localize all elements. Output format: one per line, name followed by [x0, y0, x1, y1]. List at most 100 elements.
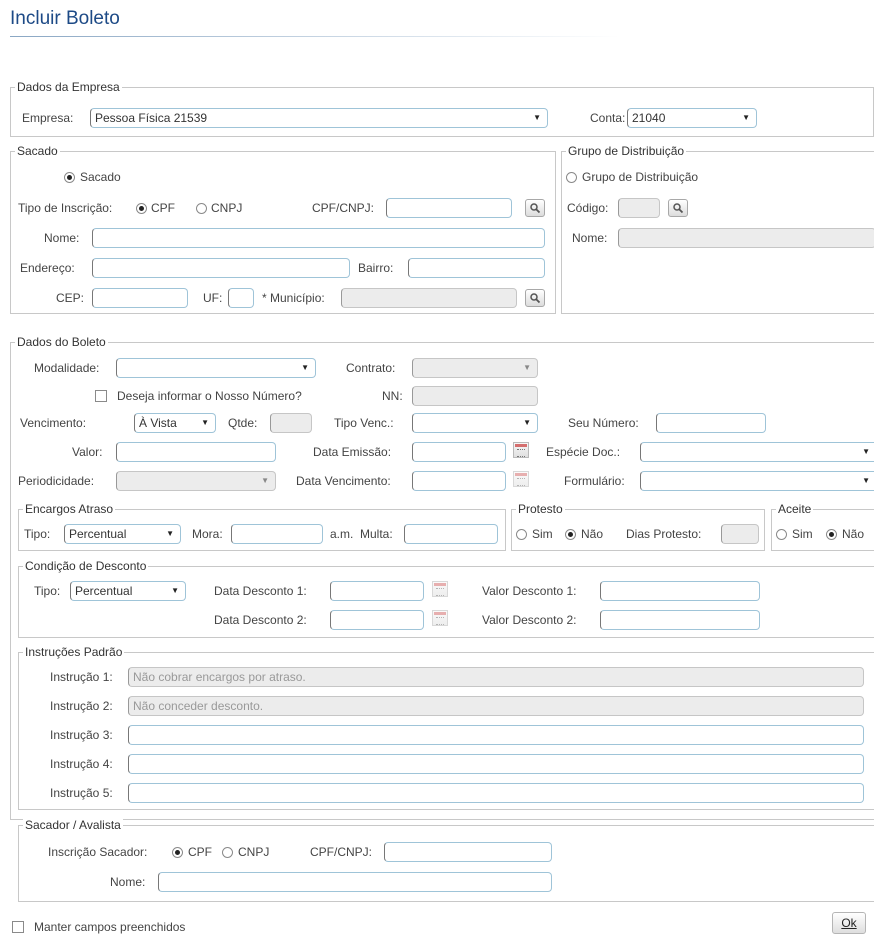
sacador-nome-input[interactable] — [158, 872, 552, 892]
valor-desconto-2-input[interactable] — [600, 610, 760, 630]
chevron-down-icon: ▼ — [201, 418, 209, 427]
sacador-cpf-radio[interactable] — [172, 847, 183, 858]
modalidade-label: Modalidade: — [34, 361, 100, 375]
protesto-nao-radio[interactable] — [565, 529, 576, 540]
protesto-nao-label: Não — [581, 527, 604, 541]
search-icon — [530, 293, 541, 304]
manter-campos-checkbox[interactable] — [12, 921, 24, 933]
contrato-label: Contrato: — [346, 361, 396, 375]
data-desconto-1-label: Data Desconto 1: — [214, 584, 307, 598]
sacado-radio[interactable] — [64, 172, 75, 183]
multa-label: Multa: — [360, 527, 393, 541]
search-button[interactable] — [525, 199, 545, 217]
data-desconto-2-input[interactable] — [330, 610, 424, 630]
sacador-cpf-cnpj-input[interactable] — [384, 842, 552, 862]
sacado-legend: Sacado — [15, 144, 60, 159]
cpf-cnpj-input[interactable] — [386, 198, 512, 218]
formulario-label: Formulário: — [564, 474, 625, 488]
data-desconto-1-input[interactable] — [330, 581, 424, 601]
aceite-sim-label: Sim — [792, 527, 813, 541]
grupo-radio-label: Grupo de Distribuição — [582, 170, 699, 184]
am-label: a.m. — [330, 527, 354, 541]
valor-label: Valor: — [72, 445, 103, 459]
dias-protesto-label: Dias Protesto: — [626, 527, 702, 541]
instrucao-2-input[interactable] — [128, 696, 864, 716]
search-icon — [530, 203, 541, 214]
bairro-input[interactable] — [408, 258, 545, 278]
conta-value: 21040 — [632, 111, 666, 125]
nn-input[interactable] — [412, 386, 538, 406]
calendar-icon[interactable] — [432, 610, 448, 626]
cep-input[interactable] — [92, 288, 188, 308]
conta-select[interactable]: 21040 ▼ — [627, 108, 757, 128]
ok-button-label: Ok — [841, 916, 857, 930]
chevron-down-icon: ▼ — [523, 418, 531, 427]
endereco-label: Endereço: — [20, 261, 75, 275]
grupo-radio[interactable] — [566, 172, 577, 183]
chevron-down-icon: ▼ — [742, 113, 750, 122]
contrato-select[interactable]: ▼ — [412, 358, 538, 378]
desconto-tipo-value: Percentual — [75, 584, 133, 598]
endereco-input[interactable] — [92, 258, 350, 278]
cnpj-radio[interactable] — [196, 203, 207, 214]
calendar-icon[interactable] — [513, 442, 529, 458]
vencimento-select[interactable]: À Vista ▼ — [134, 413, 216, 433]
periodicidade-select[interactable]: ▼ — [116, 471, 276, 491]
mora-input[interactable] — [231, 524, 323, 544]
codigo-search-button[interactable] — [668, 199, 688, 217]
codigo-input[interactable] — [618, 198, 660, 218]
data-emissao-input[interactable] — [412, 442, 506, 462]
seu-numero-input[interactable] — [656, 413, 766, 433]
aceite-sim-radio[interactable] — [776, 529, 787, 540]
multa-input[interactable] — [404, 524, 498, 544]
empresa-select[interactable]: Pessoa Física 21539 ▼ — [90, 108, 548, 128]
uf-label: UF: — [203, 291, 223, 305]
cpf-radio[interactable] — [136, 203, 147, 214]
formulario-select[interactable]: ▼ — [640, 471, 874, 491]
modalidade-select[interactable]: ▼ — [116, 358, 316, 378]
protesto-sim-label: Sim — [532, 527, 553, 541]
instrucao-1-input[interactable] — [128, 667, 864, 687]
instrucoes-legend: Instruções Padrão — [23, 645, 125, 660]
desconto-tipo-select[interactable]: Percentual ▼ — [70, 581, 186, 601]
municipio-label: * Município: — [262, 291, 325, 305]
data-vencimento-label: Data Vencimento: — [296, 474, 391, 488]
cnpj-radio-label: CNPJ — [211, 201, 243, 215]
data-vencimento-input[interactable] — [412, 471, 506, 491]
dias-protesto-input[interactable] — [721, 524, 759, 544]
boleto-legend: Dados do Boleto — [15, 335, 108, 350]
ok-button[interactable]: Ok — [832, 912, 866, 934]
nn-label: NN: — [382, 389, 403, 403]
valor-desconto-1-input[interactable] — [600, 581, 760, 601]
municipio-search-button[interactable] — [525, 289, 545, 307]
instrucao-4-input[interactable] — [128, 754, 864, 774]
chevron-down-icon: ▼ — [523, 363, 531, 372]
instrucao-1-label: Instrução 1: — [50, 670, 113, 684]
instrucao-3-input[interactable] — [128, 725, 864, 745]
aceite-nao-radio[interactable] — [826, 529, 837, 540]
nosso-numero-checkbox[interactable] — [95, 390, 107, 402]
tipo-venc-select[interactable]: ▼ — [412, 413, 538, 433]
uf-input[interactable] — [228, 288, 254, 308]
desconto-tipo-label: Tipo: — [34, 584, 61, 598]
seu-numero-label: Seu Número: — [568, 416, 639, 430]
grupo-nome-input[interactable] — [618, 228, 874, 248]
calendar-icon[interactable] — [513, 471, 529, 487]
nome-input[interactable] — [92, 228, 545, 248]
cpf-radio-label: CPF — [151, 201, 175, 215]
valor-input[interactable] — [116, 442, 276, 462]
instrucao-5-input[interactable] — [128, 783, 864, 803]
sacador-cnpj-radio[interactable] — [222, 847, 233, 858]
periodicidade-label: Periodicidade: — [18, 474, 95, 488]
qtde-input[interactable] — [270, 413, 312, 433]
sacador-cpf-label: CPF — [188, 845, 212, 859]
encargos-tipo-select[interactable]: Percentual ▼ — [64, 524, 181, 544]
municipio-input[interactable] — [341, 288, 517, 308]
protesto-sim-radio[interactable] — [516, 529, 527, 540]
sacador-legend: Sacador / Avalista — [23, 818, 123, 833]
especie-doc-label: Espécie Doc.: — [546, 445, 621, 459]
especie-doc-select[interactable]: ▼ — [640, 442, 874, 462]
calendar-icon[interactable] — [432, 581, 448, 597]
desconto-legend: Condição de Desconto — [23, 559, 149, 574]
mora-label: Mora: — [192, 527, 223, 541]
